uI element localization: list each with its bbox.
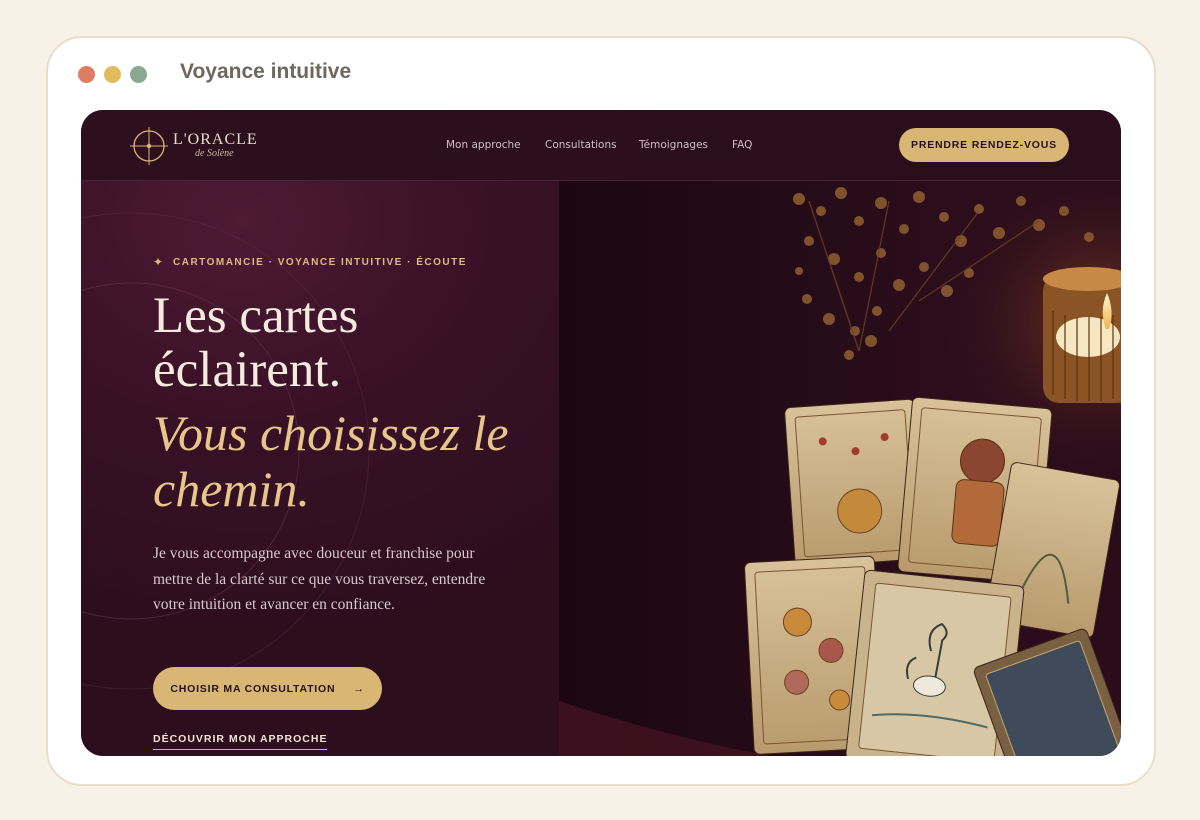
book-appointment-button[interactable]: PRENDRE RENDEZ-VOUS [899, 128, 1069, 162]
choose-consultation-label: CHOISIR MA CONSULTATION [170, 682, 336, 695]
close-dot-icon[interactable] [78, 66, 95, 83]
choose-consultation-button[interactable]: CHOISIR MA CONSULTATION → [153, 667, 382, 710]
browser-window: Voyance intuitive L'ORACLE de Solène Mon… [46, 36, 1156, 786]
headline-line-1: Les cartes [153, 288, 359, 344]
window-controls [78, 66, 147, 83]
arrow-right-icon: → [353, 682, 365, 695]
discover-approach-link[interactable]: DÉCOUVRIR MON APPROCHE [153, 733, 328, 750]
brand-name[interactable]: L'ORACLE [173, 131, 258, 149]
headline-italic-line-1: Vous choisissez le [153, 405, 509, 461]
top-navbar: L'ORACLE de Solène Mon approche Consulta… [81, 110, 1121, 181]
maximize-dot-icon[interactable] [130, 66, 147, 83]
nav-link-testimonials[interactable]: Témoignages [639, 139, 708, 151]
minimize-dot-icon[interactable] [104, 66, 121, 83]
page-viewport: L'ORACLE de Solène Mon approche Consulta… [81, 110, 1121, 756]
brand-subtitle: de Solène [195, 148, 234, 159]
hero-headline-italic: Vous choisissez le chemin. [153, 405, 553, 517]
nav-link-consultations[interactable]: Consultations [545, 139, 617, 151]
compass-star-icon[interactable] [129, 126, 169, 166]
headline-line-2: éclairent. [153, 342, 342, 398]
hero-headline: Les cartes éclairent. [153, 289, 533, 397]
sparkle-icon: ✦ [153, 255, 164, 269]
hero-lead-text: Je vous accompagne avec douceur et franc… [153, 545, 486, 613]
tarot-scene-illustration [559, 181, 1121, 756]
hero-text-panel: ✦ CARTOMANCIE · VOYANCE INTUITIVE · ÉCOU… [81, 181, 561, 756]
hero-tarot-photo [559, 181, 1121, 756]
headline-italic-line-2: chemin. [153, 461, 310, 517]
hero-kicker: CARTOMANCIE · VOYANCE INTUITIVE · ÉCOUTE [173, 257, 467, 268]
candle [1043, 267, 1121, 403]
nav-link-approach[interactable]: Mon approche [446, 139, 521, 151]
window-title: Voyance intuitive [180, 60, 352, 83]
nav-link-faq[interactable]: FAQ [732, 139, 752, 151]
